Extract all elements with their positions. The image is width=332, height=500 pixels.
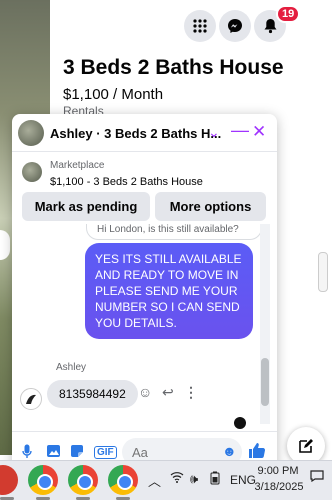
more-options-button[interactable]: More options [155,192,266,221]
chat-avatar [18,120,44,146]
chrome-icon[interactable] [108,465,138,495]
chat-title[interactable]: Ashley · 3 Beds 2 Baths H... [50,126,221,141]
mark-as-pending-button[interactable]: Mark as pending [22,192,150,221]
messenger-icon [228,19,242,33]
marketplace-item[interactable]: $1,100 - 3 Beds 2 Baths House [50,176,203,188]
scroll-thumb[interactable] [261,358,269,406]
chevron-down-icon[interactable]: ⌄ [208,122,220,142]
sender-name: Ashley [56,362,87,373]
taskbar-app-icon[interactable] [0,465,18,495]
sticker-icon[interactable] [70,444,84,461]
volume-icon[interactable]: 🕪 [190,471,198,487]
wifi-icon[interactable] [170,471,184,486]
smiley-reaction-icon[interactable]: ☺ [138,384,152,400]
listing-title: 3 Beds 2 Baths House [63,56,284,79]
sender-avatar-icon [26,394,36,404]
reply-icon[interactable]: ↩ [162,384,174,401]
notification-count-badge: 19 [276,5,301,23]
outgoing-message-bubble[interactable]: YES ITS STILL AVAILABLE AND READY TO MOV… [85,243,253,339]
marketplace-label: Marketplace [50,160,105,171]
chrome-icon[interactable] [68,465,98,495]
clock-time[interactable]: 9:00 PM [256,465,300,477]
incoming-message-preview: Hi London, is this still available? [86,224,262,240]
compose-icon [299,439,313,453]
emoji-icon[interactable]: ☻ [222,443,237,459]
message-scrollbar[interactable] [260,224,270,424]
battery-icon[interactable] [210,471,220,488]
message-list: Hi London, is this still available? YES … [12,224,267,429]
chrome-icon[interactable] [28,465,58,495]
clock-date[interactable]: 3/18/2025 [250,481,308,493]
incoming-message-bubble[interactable]: 8135984492 [47,380,138,408]
messenger-button[interactable] [219,10,251,42]
taskbar: ︿ 🕪 ENG 9:00 PM 3/18/2025 [0,460,332,500]
close-icon[interactable]: ✕ [252,122,266,142]
chat-header[interactable]: Ashley · 3 Beds 2 Baths H... ⌄ — ✕ [12,114,277,152]
notification-center-icon[interactable] [310,469,330,491]
bell-icon [264,19,276,34]
marketplace-item-thumbnail [22,162,42,182]
right-panel-handle[interactable] [318,252,328,292]
gif-icon[interactable]: GIF [94,446,117,459]
minimize-icon[interactable]: — [231,120,249,140]
more-vertical-icon[interactable]: ⋮ [184,384,198,401]
grid-menu-icon [193,19,207,33]
seen-indicator-avatar [234,417,246,429]
listing-price: $1,100 / Month [63,86,164,103]
photo-icon[interactable] [46,444,61,461]
chat-window: Ashley · 3 Beds 2 Baths H... ⌄ — ✕ Marke… [12,114,277,474]
sender-avatar[interactable] [20,388,42,410]
chevron-up-icon[interactable]: ︿ [148,471,161,490]
menu-button[interactable] [184,10,216,42]
